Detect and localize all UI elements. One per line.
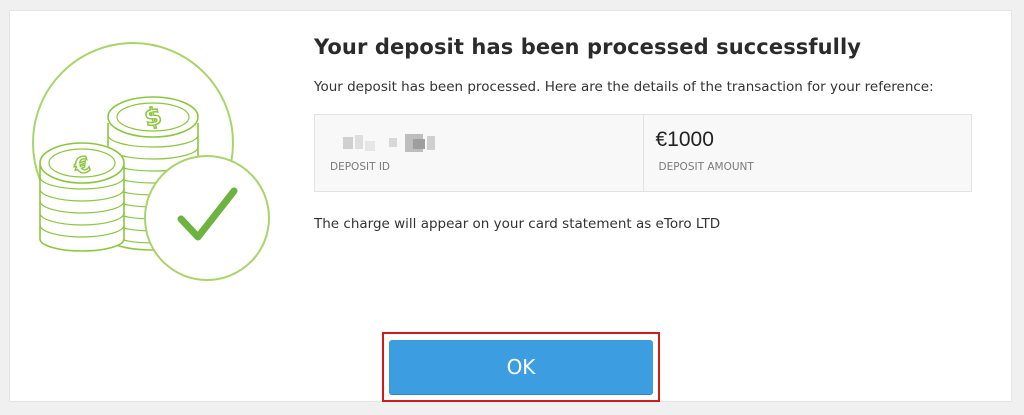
ok-button[interactable]: OK	[389, 340, 653, 394]
deposit-success-dialog: $ € Your deposit has been processed succ…	[9, 10, 1012, 402]
dialog-subtitle: Your deposit has been processed. Here ar…	[314, 79, 934, 95]
deposit-success-illustration: $ €	[32, 42, 270, 281]
ok-button-highlight: OK	[382, 332, 660, 402]
deposit-id-redacted	[341, 133, 451, 153]
deposit-amount-label: DEPOSIT AMOUNT	[658, 161, 754, 173]
transaction-details: DEPOSIT ID €1000 DEPOSIT AMOUNT	[314, 114, 972, 192]
card-statement-note: The charge will appear on your card stat…	[314, 216, 721, 232]
dialog-title: Your deposit has been processed successf…	[314, 35, 862, 59]
deposit-id-label: DEPOSIT ID	[330, 161, 391, 173]
check-circle	[144, 155, 270, 281]
deposit-amount-cell: €1000 DEPOSIT AMOUNT	[642, 115, 972, 191]
deposit-id-cell: DEPOSIT ID	[315, 115, 643, 191]
dialog-content: Your deposit has been processed successf…	[314, 35, 994, 232]
deposit-amount-value: €1000	[655, 128, 714, 151]
